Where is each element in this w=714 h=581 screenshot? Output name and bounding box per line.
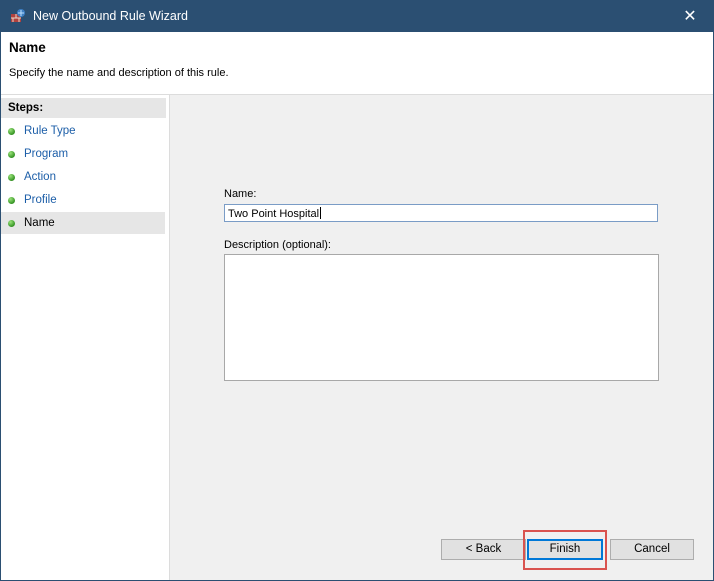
cancel-button[interactable]: Cancel [610, 539, 694, 560]
step-label[interactable]: Action [24, 166, 56, 188]
step-action[interactable]: Action [1, 166, 165, 188]
wizard-header: Name Specify the name and description of… [1, 32, 713, 95]
step-complete-icon [8, 197, 15, 204]
step-label[interactable]: Profile [24, 189, 57, 211]
step-label[interactable]: Rule Type [24, 120, 76, 142]
description-label: Description (optional): [224, 239, 331, 251]
wizard-window: New Outbound Rule Wizard ✕ Name Specify … [0, 0, 714, 581]
window-title: New Outbound Rule Wizard [33, 9, 188, 23]
steps-heading: Steps: [1, 98, 166, 118]
step-label: Name [24, 217, 55, 229]
page-title: Name [9, 40, 46, 55]
text-caret [320, 207, 322, 219]
name-field-value: Two Point Hospital [228, 208, 320, 220]
back-button[interactable]: < Back [441, 539, 526, 560]
step-complete-icon [8, 174, 15, 181]
firewall-icon [11, 9, 25, 22]
step-complete-icon [8, 151, 15, 158]
close-button[interactable]: ✕ [667, 1, 713, 32]
steps-panel: Steps: Rule Type Program Action Profile … [1, 95, 170, 580]
wizard-content: Name: Two Point Hospital Description (op… [170, 95, 713, 580]
close-icon: ✕ [683, 8, 697, 25]
step-current-icon [8, 220, 15, 227]
step-rule-type[interactable]: Rule Type [1, 120, 165, 142]
step-complete-icon [8, 128, 15, 135]
finish-highlight-box [523, 530, 607, 570]
step-program[interactable]: Program [1, 143, 165, 165]
step-label[interactable]: Program [24, 143, 68, 165]
step-profile[interactable]: Profile [1, 189, 165, 211]
title-bar[interactable]: New Outbound Rule Wizard ✕ [1, 1, 713, 32]
description-field[interactable] [224, 254, 659, 381]
step-name: Name [1, 212, 165, 234]
page-subtitle: Specify the name and description of this… [9, 67, 229, 79]
name-label: Name: [224, 188, 257, 200]
name-field[interactable]: Two Point Hospital [224, 204, 658, 222]
